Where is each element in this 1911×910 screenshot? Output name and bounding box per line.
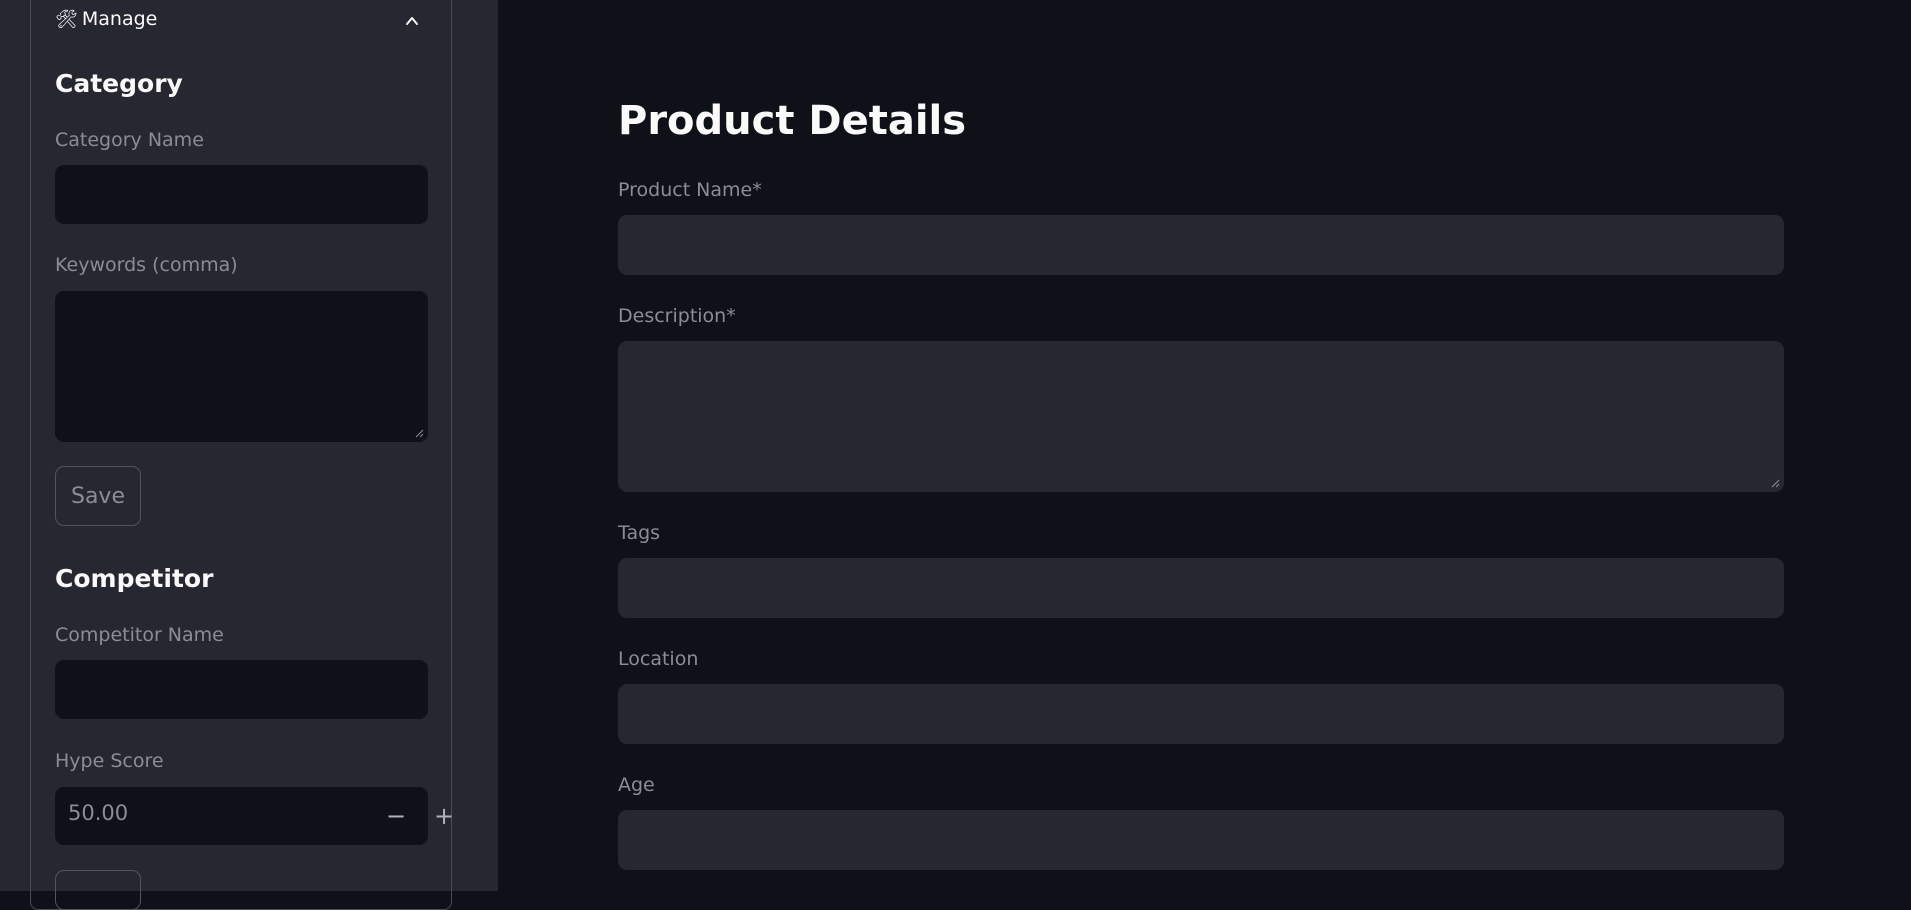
- save-category-button[interactable]: Save: [55, 466, 141, 526]
- hype-score-label: Hype Score: [55, 750, 164, 772]
- location-label: Location: [618, 648, 699, 670]
- decrement-icon[interactable]: −: [377, 797, 415, 835]
- sidebar: 🛠 Manage Category Category Name Keywords…: [0, 0, 498, 910]
- description-textarea[interactable]: [618, 341, 1784, 492]
- product-name-label: Product Name*: [618, 179, 762, 201]
- description-label: Description*: [618, 305, 736, 327]
- age-label: Age: [618, 774, 655, 796]
- save-competitor-button[interactable]: [55, 870, 141, 910]
- location-input[interactable]: [618, 684, 1784, 744]
- resize-grip-icon[interactable]: [1771, 479, 1780, 488]
- manage-expander-header[interactable]: 🛠 Manage: [55, 8, 157, 30]
- category-title: Category: [55, 69, 183, 98]
- competitor-name-input[interactable]: [55, 660, 428, 719]
- age-input[interactable]: [618, 810, 1784, 870]
- manage-expander-label: Manage: [81, 8, 158, 30]
- tags-label: Tags: [618, 522, 661, 544]
- hammer-wrench-icon: 🛠: [55, 8, 78, 30]
- category-name-label: Category Name: [55, 129, 204, 151]
- product-name-input[interactable]: [618, 215, 1784, 275]
- competitor-title: Competitor: [55, 564, 214, 593]
- increment-icon[interactable]: +: [425, 797, 463, 835]
- keywords-textarea[interactable]: [55, 291, 428, 442]
- competitor-name-label: Competitor Name: [55, 624, 224, 646]
- hype-score-value[interactable]: 50.00: [68, 801, 128, 825]
- page-title: Product Details: [618, 98, 967, 144]
- tags-input[interactable]: [618, 558, 1784, 618]
- hype-score-stepper[interactable]: 50.00 − +: [55, 787, 454, 845]
- keywords-label: Keywords (comma): [55, 254, 238, 276]
- chevron-up-icon[interactable]: [405, 14, 419, 28]
- category-name-input[interactable]: [55, 165, 428, 224]
- resize-grip-icon[interactable]: [415, 429, 424, 438]
